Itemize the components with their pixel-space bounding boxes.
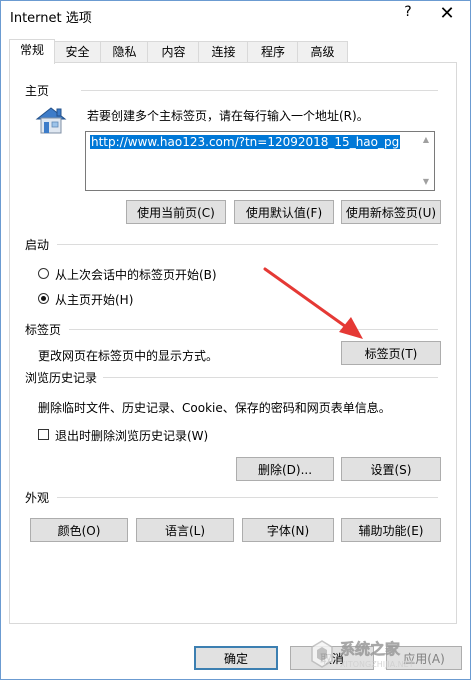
apply-button[interactable]: 应用(A): [386, 646, 462, 670]
use-new-tab-button[interactable]: 使用新标签页(U): [341, 200, 441, 224]
title-bar[interactable]: Internet 选项 ? ✕: [1, 1, 470, 30]
tab-privacy[interactable]: 隐私: [100, 41, 149, 62]
tabs-description: 更改网页在标签页中的显示方式。: [38, 349, 219, 363]
homepage-heading: 主页: [25, 82, 56, 99]
tab-content[interactable]: 内容: [147, 41, 200, 62]
history-description: 删除临时文件、历史记录、Cookie、保存的密码和网页表单信息。: [38, 401, 391, 415]
tab-general[interactable]: 常规: [9, 39, 55, 64]
settings-button[interactable]: 设置(S): [341, 457, 441, 481]
tab-advanced[interactable]: 高级: [297, 41, 348, 62]
use-current-button[interactable]: 使用当前页(C): [126, 200, 226, 224]
startup-divider: [57, 244, 438, 245]
house-icon: [33, 105, 69, 135]
tab-programs[interactable]: 程序: [247, 41, 299, 62]
close-button[interactable]: ✕: [435, 3, 459, 25]
homepage-url-textarea[interactable]: http://www.hao123.com/?tn=12092018_15_ha…: [85, 131, 435, 191]
radio-last-session[interactable]: [38, 268, 49, 279]
internet-options-dialog: Internet 选项 ? ✕ 常规 安全 隐私 内容 连接 程序 高级 主页 …: [0, 0, 471, 680]
tabs-divider: [69, 329, 438, 330]
colors-button[interactable]: 颜色(O): [30, 518, 128, 542]
homepage-url-text: http://www.hao123.com/?tn=12092018_15_ha…: [90, 135, 401, 149]
delete-button[interactable]: 删除(D)...: [236, 457, 334, 481]
history-divider: [99, 377, 438, 378]
homepage-divider: [81, 90, 438, 91]
tabs-heading: 标签页: [25, 321, 68, 338]
last-session-label[interactable]: 从上次会话中的标签页开始(B): [55, 266, 217, 283]
ok-button[interactable]: 确定: [194, 646, 278, 670]
scroll-down-icon[interactable]: ▼: [420, 177, 432, 187]
appearance-heading: 外观: [25, 489, 56, 506]
fonts-button[interactable]: 字体(N): [242, 518, 334, 542]
annotation-arrow-icon: [259, 263, 371, 345]
history-heading: 浏览历史记录: [25, 369, 104, 386]
delete-on-exit-checkbox[interactable]: [38, 429, 49, 440]
help-button[interactable]: ?: [400, 4, 416, 24]
startup-heading: 启动: [25, 236, 56, 253]
tab-connections[interactable]: 连接: [198, 41, 249, 62]
use-default-button[interactable]: 使用默认值(F): [234, 200, 334, 224]
delete-on-exit-label[interactable]: 退出时删除浏览历史记录(W): [55, 427, 208, 444]
homepage-start-label[interactable]: 从主页开始(H): [55, 291, 133, 308]
cancel-button[interactable]: 取消: [290, 646, 374, 670]
tab-strip: 常规 安全 隐私 内容 连接 程序 高级: [9, 39, 459, 64]
scroll-up-icon[interactable]: ▲: [420, 135, 432, 145]
window-title: Internet 选项: [10, 11, 92, 26]
appearance-divider: [57, 497, 438, 498]
radio-homepage[interactable]: [38, 293, 49, 304]
tab-security[interactable]: 安全: [53, 41, 102, 62]
homepage-description: 若要创建多个主标签页，请在每行输入一个地址(R)。: [87, 109, 369, 123]
accessibility-button[interactable]: 辅助功能(E): [341, 518, 441, 542]
languages-button[interactable]: 语言(L): [136, 518, 234, 542]
